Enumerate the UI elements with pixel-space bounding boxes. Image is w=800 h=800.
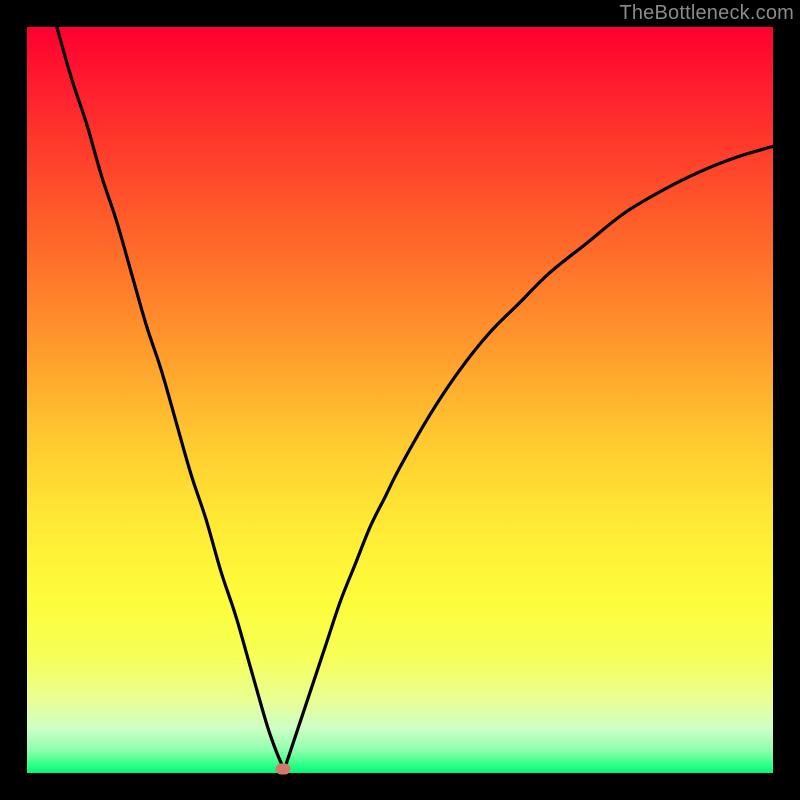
watermark-text: TheBottleneck.com — [619, 2, 794, 25]
chart-frame: TheBottleneck.com — [0, 0, 800, 800]
plot-area — [27, 27, 773, 773]
bottleneck-curve — [27, 27, 773, 773]
optimal-point-marker — [275, 763, 290, 774]
